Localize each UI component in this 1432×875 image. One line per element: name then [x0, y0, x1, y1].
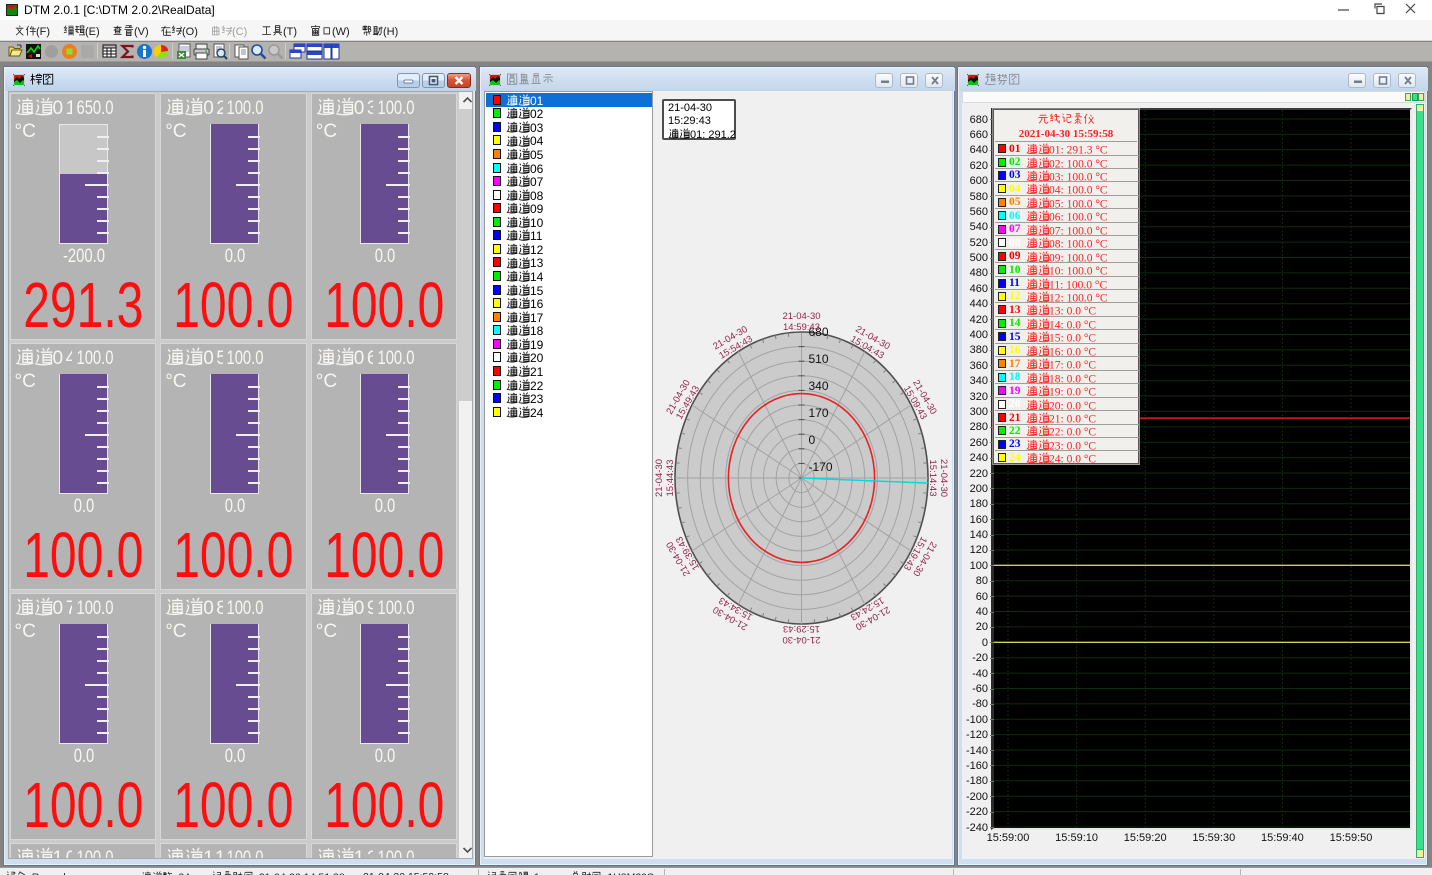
- svg-text:15:29:43: 15:29:43: [783, 623, 820, 634]
- svg-text:0: 0: [809, 433, 816, 447]
- svg-text:-170: -170: [809, 460, 833, 474]
- svg-text:170: 170: [809, 406, 829, 420]
- svg-text:14:59:43: 14:59:43: [783, 322, 820, 333]
- svg-text:21-04-30: 21-04-30: [782, 311, 820, 322]
- svg-text:21-04-30: 21-04-30: [782, 634, 820, 645]
- svg-text:21-04-30: 21-04-30: [654, 459, 665, 497]
- svg-text:510: 510: [809, 352, 829, 366]
- svg-text:15:14:43: 15:14:43: [927, 460, 938, 497]
- svg-text:340: 340: [809, 379, 829, 393]
- svg-text:21-04-30: 21-04-30: [938, 459, 949, 497]
- svg-text:15:44:43: 15:44:43: [665, 460, 676, 497]
